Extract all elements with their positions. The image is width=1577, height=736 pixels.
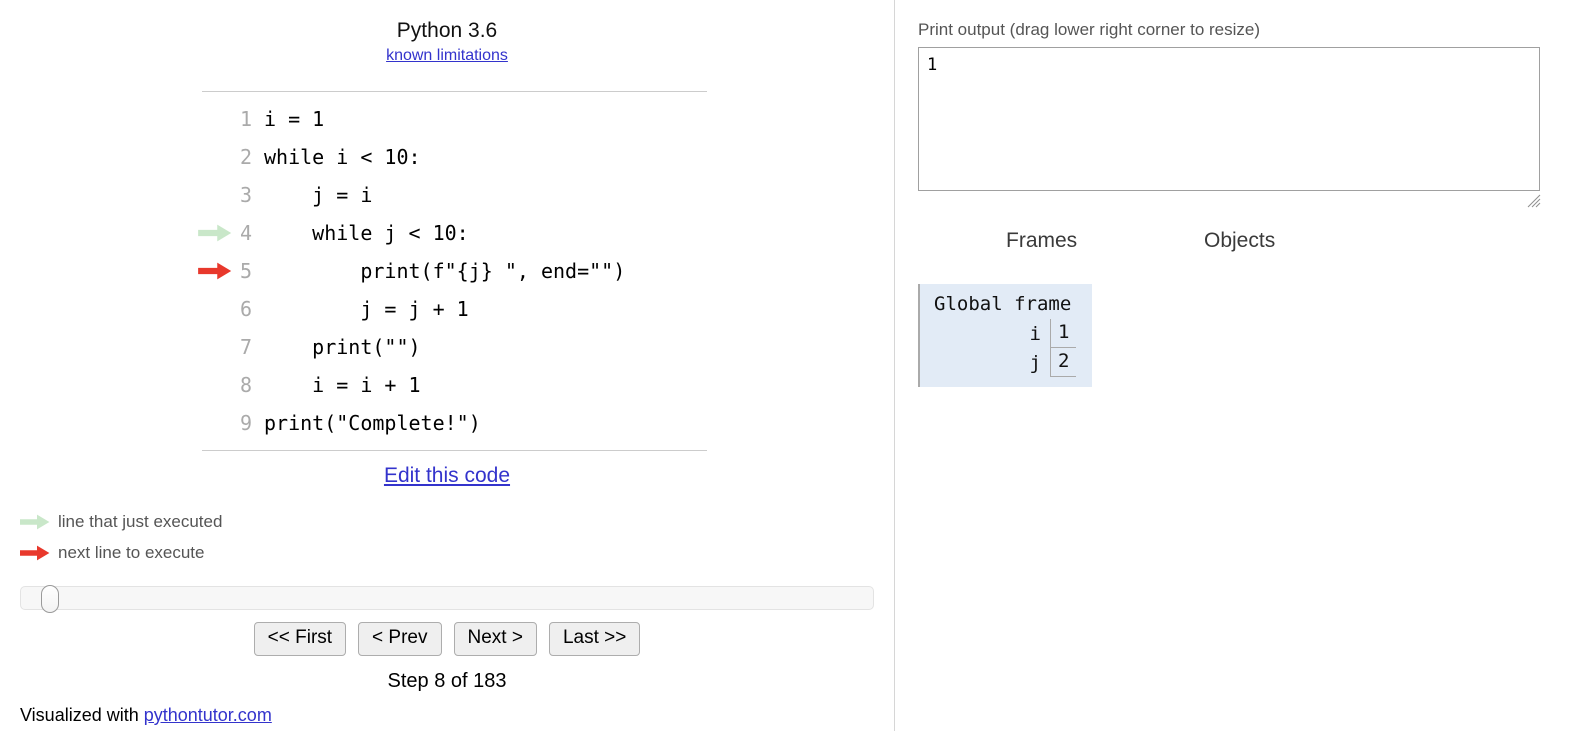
code-line-number: 8 xyxy=(239,373,252,397)
frame-title: Global frame xyxy=(934,293,1072,315)
code-line-number: 6 xyxy=(239,297,252,321)
code-line[interactable]: 8 i = i + 1 xyxy=(202,366,707,404)
stack-frame: Global frame i 1 j 2 xyxy=(918,284,1092,387)
code-line-number: 9 xyxy=(239,411,252,435)
next-button[interactable]: Next > xyxy=(453,622,537,656)
variable-row: j2 xyxy=(928,348,1084,377)
code-line-text: j = j + 1 xyxy=(264,297,469,321)
panel-divider xyxy=(894,0,895,731)
legend-row-next: next line to execute xyxy=(20,537,222,568)
green-arrow-icon xyxy=(20,514,56,530)
code-line-number: 1 xyxy=(239,107,252,131)
code-line-text: print("Complete!") xyxy=(264,411,481,435)
variable-table: i1j2 xyxy=(928,319,1084,377)
variable-name: i xyxy=(1029,322,1041,345)
visualization-headers: Frames Objects xyxy=(918,229,1540,259)
variable-value: 2 xyxy=(1050,348,1076,377)
execution-step-slider[interactable] xyxy=(20,585,874,613)
code-panel-header: Python 3.6 known limitations xyxy=(0,18,894,66)
legend-label-executed: line that just executed xyxy=(58,511,223,531)
green-arrow-icon xyxy=(198,214,244,252)
code-line[interactable]: 4 while j < 10: xyxy=(198,214,707,252)
print-output-box[interactable]: 1 xyxy=(918,47,1540,191)
code-line[interactable]: 2 while i < 10: xyxy=(202,138,707,176)
code-line-text: print(f"{j} ", end="") xyxy=(264,259,626,283)
execution-legend: line that just executed next line to exe… xyxy=(20,506,222,568)
footer-credit: Visualized with pythontutor.com xyxy=(20,705,272,726)
prev-button[interactable]: < Prev xyxy=(358,622,442,656)
code-line[interactable]: 5 print(f"{j} ", end="") xyxy=(198,252,707,290)
objects-header: Objects xyxy=(1204,229,1276,252)
variable-name: j xyxy=(1029,351,1041,374)
python-version-label: Python 3.6 xyxy=(396,19,498,42)
code-line-text: j = i xyxy=(264,183,373,207)
known-limitations-link[interactable]: known limitations xyxy=(386,46,508,66)
footer-prefix: Visualized with xyxy=(20,705,144,725)
last-button[interactable]: Last >> xyxy=(548,622,641,656)
code-line-text: i = 1 xyxy=(264,107,325,131)
code-line-text: while j < 10: xyxy=(264,221,469,245)
red-arrow-icon xyxy=(20,545,56,561)
code-line-number: 2 xyxy=(239,145,252,169)
variable-row: i1 xyxy=(928,319,1084,348)
code-line[interactable]: 6 j = j + 1 xyxy=(202,290,707,328)
edit-this-code-link[interactable]: Edit this code xyxy=(384,464,510,487)
legend-row-executed: line that just executed xyxy=(20,506,222,537)
resize-handle-icon[interactable] xyxy=(1525,192,1541,208)
code-line[interactable]: 9 print("Complete!") xyxy=(202,404,707,442)
red-arrow-icon xyxy=(198,252,244,290)
code-line-text: i = i + 1 xyxy=(264,373,421,397)
variable-value: 1 xyxy=(1050,319,1076,348)
code-line[interactable]: 7 print("") xyxy=(202,328,707,366)
code-line-text: print("") xyxy=(264,335,421,359)
code-line[interactable]: 1 i = 1 xyxy=(202,100,707,138)
code-line-number: 3 xyxy=(239,183,252,207)
code-line-text: while i < 10: xyxy=(264,145,421,169)
navigation-buttons: << First < Prev Next > Last >> xyxy=(0,622,894,656)
pythontutor-link[interactable]: pythontutor.com xyxy=(144,705,272,725)
code-line-number: 7 xyxy=(239,335,252,359)
legend-label-next: next line to execute xyxy=(58,542,205,562)
frames-header: Frames xyxy=(1006,229,1078,252)
edit-code-link-wrap: Edit this code xyxy=(0,464,894,488)
first-button[interactable]: << First xyxy=(253,622,347,656)
variable-value-cell: 2 xyxy=(1050,348,1084,377)
step-counter: Step 8 of 183 xyxy=(387,670,507,692)
print-output-label: Print output (drag lower right corner to… xyxy=(918,20,1261,39)
code-display: 1i = 1 2 while i < 10: 3 j = i4 while j < 1… xyxy=(198,91,707,451)
pythontutor-visualizer: Python 3.6 known limitations 1 i = 1 2 whil… xyxy=(0,0,1577,736)
code-line[interactable]: 3 j = i xyxy=(202,176,707,214)
variable-value-cell: 1 xyxy=(1050,319,1084,348)
slider-handle[interactable] xyxy=(41,585,59,613)
